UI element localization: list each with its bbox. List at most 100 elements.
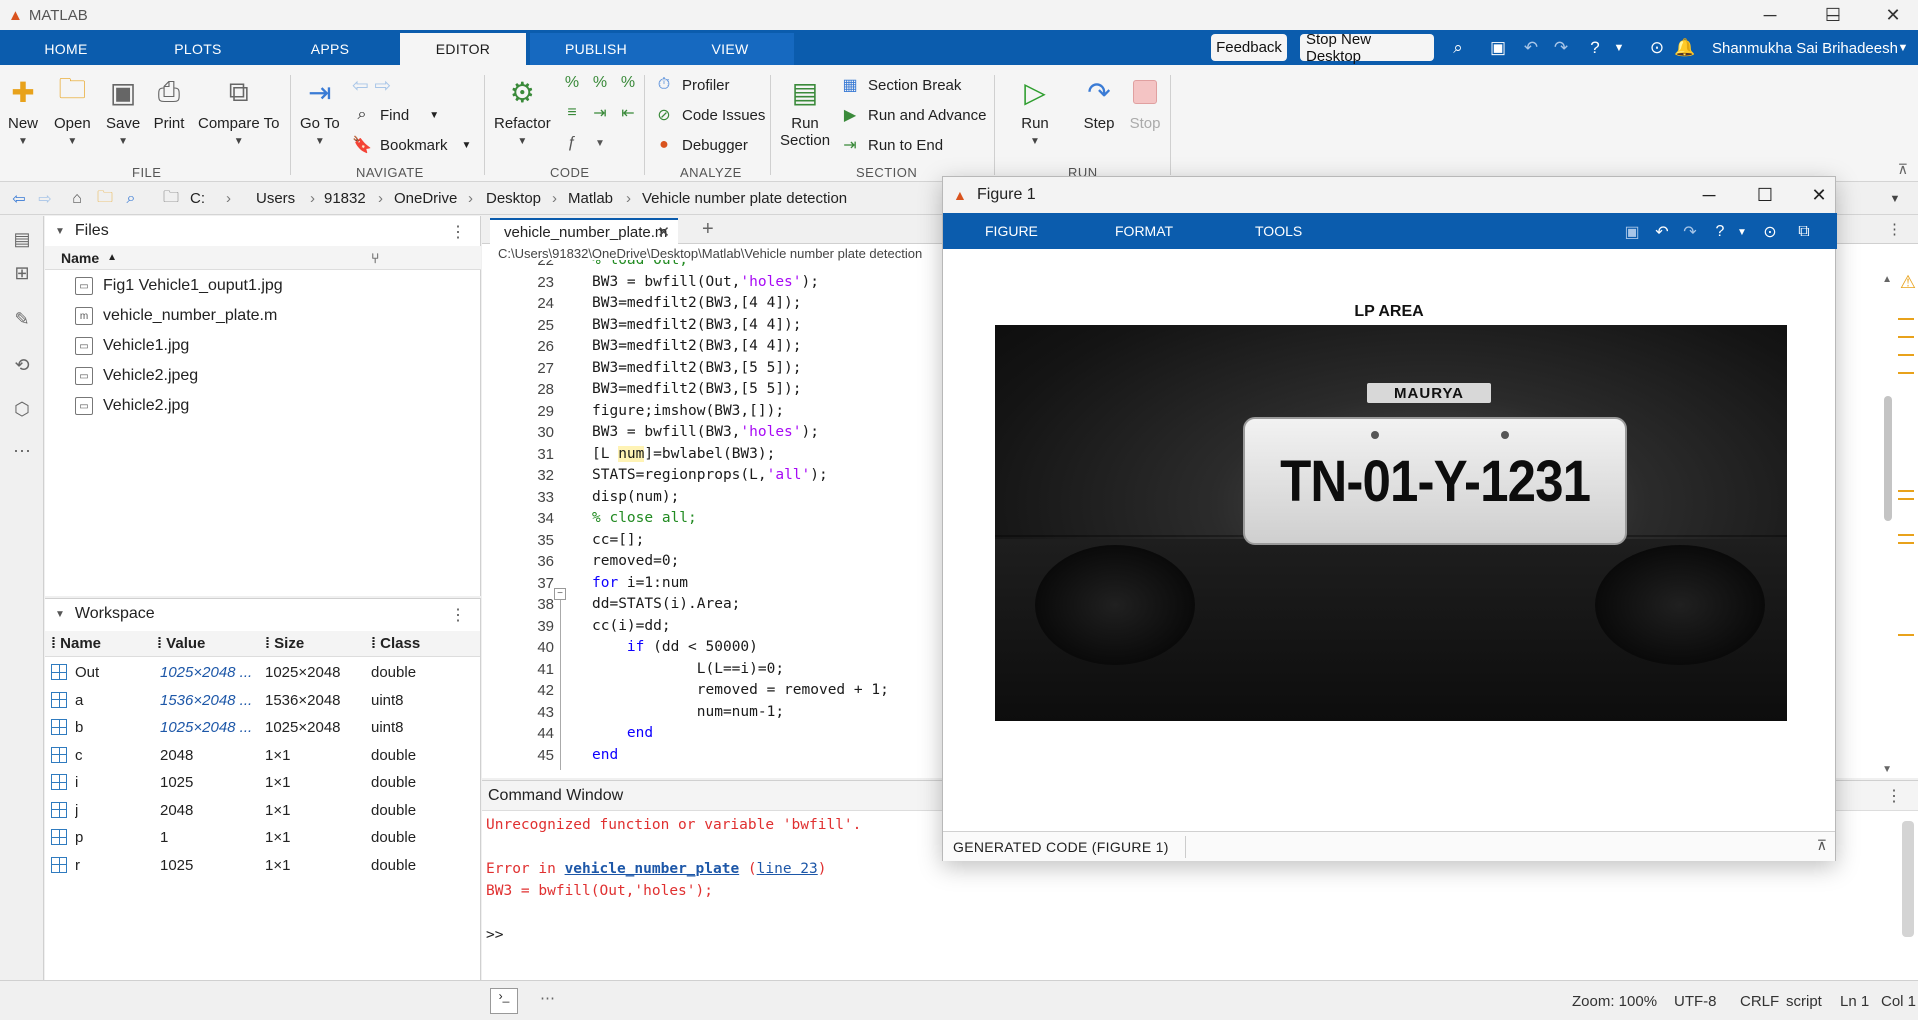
- editor-icon[interactable]: ✎: [9, 306, 35, 332]
- figure-tab-tools[interactable]: TOOLS: [1255, 213, 1302, 249]
- table-row[interactable]: Out 1025×2048 ... 1025×2048 double: [45, 659, 480, 686]
- more-icon[interactable]: ⋯: [9, 438, 35, 464]
- code-area[interactable]: 22 % load Out; 23 BW3 = bwfill(Out,'holes')…: [482, 260, 982, 772]
- workspace-header[interactable]: ▼ Workspace: [45, 599, 480, 629]
- status-type[interactable]: script: [1786, 993, 1822, 1010]
- redo-icon[interactable]: ↷: [1548, 35, 1574, 61]
- code-line[interactable]: 43 num=num-1;: [482, 704, 942, 726]
- run-button[interactable]: ▷ Run ▼: [1018, 75, 1052, 148]
- tab-plots[interactable]: PLOTS: [158, 33, 238, 65]
- code-line[interactable]: 22 % load Out;: [482, 260, 942, 274]
- run-section-button[interactable]: ▤ Run Section: [780, 75, 830, 150]
- save-icon[interactable]: ▣: [1485, 35, 1511, 61]
- code-line[interactable]: 41 L(L==i)=0;: [482, 661, 942, 683]
- search-folder-icon[interactable]: ⌕: [120, 188, 142, 210]
- figure-help-dropdown-icon[interactable]: ▼: [1731, 221, 1753, 243]
- breadcrumb-91832[interactable]: 91832: [324, 190, 366, 207]
- error-line-link[interactable]: line 23: [757, 861, 818, 877]
- compare-button[interactable]: ⧉ Compare To ▼: [198, 75, 279, 148]
- editor-tab[interactable]: vehicle_number_plate.m ✕: [490, 218, 678, 244]
- bell-icon[interactable]: 🔔: [1672, 35, 1698, 61]
- license-plate-image[interactable]: MAURYA TN-01-Y-1231: [995, 325, 1787, 721]
- command-scrollbar[interactable]: [1902, 821, 1914, 937]
- code-line[interactable]: 33 disp(num);: [482, 489, 942, 511]
- figure-dock-icon[interactable]: ⧉: [1793, 221, 1815, 243]
- feedback-button[interactable]: Feedback: [1211, 34, 1287, 61]
- line-number[interactable]: 26: [482, 338, 554, 355]
- code-issues-button[interactable]: ⊘ Code Issues: [654, 105, 765, 125]
- run-and-advance-button[interactable]: ▶ Run and Advance: [840, 105, 987, 125]
- breadcrumb-vehicle[interactable]: Vehicle number plate detection: [642, 190, 847, 207]
- figure-maximize-icon[interactable]: ☐: [1745, 181, 1785, 209]
- status-col[interactable]: Col 1: [1881, 993, 1916, 1010]
- tab-apps[interactable]: APPS: [294, 33, 366, 65]
- step-button[interactable]: ↷ Step: [1082, 75, 1116, 133]
- file-item[interactable]: m vehicle_number_plate.m: [75, 302, 277, 330]
- tab-home[interactable]: HOME: [30, 33, 102, 65]
- breadcrumb-onedrive[interactable]: OneDrive: [394, 190, 457, 207]
- status-line[interactable]: Ln 1: [1840, 993, 1869, 1010]
- code-line[interactable]: 36 removed=0;: [482, 553, 942, 575]
- column-name[interactable]: ⁞ Name: [51, 635, 101, 652]
- addons-icon[interactable]: ⬡: [9, 396, 35, 422]
- generated-code-bar[interactable]: GENERATED CODE (FIGURE 1) ⊼: [943, 831, 1835, 861]
- figure-help-icon[interactable]: ?: [1709, 221, 1731, 243]
- line-number[interactable]: 27: [482, 360, 554, 377]
- stop-button[interactable]: Stop: [1128, 75, 1162, 132]
- line-number[interactable]: 43: [482, 704, 554, 721]
- line-number[interactable]: 41: [482, 661, 554, 678]
- code-line[interactable]: 38 dd=STATS(i).Area;: [482, 596, 942, 618]
- line-number[interactable]: 34: [482, 510, 554, 527]
- breadcrumb-matlab[interactable]: Matlab: [568, 190, 613, 207]
- code-line[interactable]: 26 BW3=medfilt2(BW3,[4 4]);: [482, 338, 942, 360]
- error-file-link[interactable]: vehicle_number_plate: [565, 861, 740, 877]
- line-number[interactable]: 25: [482, 317, 554, 334]
- maximize-window-icon[interactable]: ☐: [1808, 0, 1858, 30]
- comment-icon[interactable]: %: [590, 73, 610, 93]
- line-number[interactable]: 33: [482, 489, 554, 506]
- section-break-button[interactable]: ▦ Section Break: [840, 75, 961, 95]
- status-encoding[interactable]: UTF-8: [1674, 993, 1717, 1010]
- stop-new-desktop-button[interactable]: Stop New Desktop: [1300, 31, 1434, 65]
- file-item[interactable]: ▭ Fig1 Vehicle1_ouput1.jpg: [75, 272, 283, 300]
- tab-publish-label[interactable]: PUBLISH: [556, 33, 636, 65]
- tab-view-label[interactable]: VIEW: [696, 33, 764, 65]
- uncomment-icon[interactable]: %: [618, 73, 638, 93]
- table-row[interactable]: i 1025 1×1 double: [45, 769, 480, 796]
- breadcrumb-c[interactable]: C:: [190, 190, 205, 207]
- line-number[interactable]: 31: [482, 446, 554, 463]
- back-forward-arrows-icon[interactable]: ⇦ ⇨: [352, 73, 391, 98]
- breadcrumb-users[interactable]: Users: [256, 190, 295, 207]
- figure-minimize-icon[interactable]: ─: [1689, 181, 1729, 209]
- scroll-up-icon[interactable]: ▲: [1882, 274, 1892, 285]
- scroll-down-icon[interactable]: ▼: [1882, 764, 1892, 775]
- line-number[interactable]: 45: [482, 747, 554, 764]
- path-dropdown-icon[interactable]: ▼: [1884, 188, 1906, 210]
- refactor-button[interactable]: ⚙ Refactor ▼: [494, 75, 551, 148]
- files-icon[interactable]: ▤: [9, 226, 35, 252]
- code-line[interactable]: 35 cc=[];: [482, 532, 942, 554]
- figure-close-icon[interactable]: ✕: [1799, 181, 1839, 209]
- line-number[interactable]: 29: [482, 403, 554, 420]
- code-line[interactable]: 31 [L num]=bwlabel(BW3);: [482, 445, 942, 468]
- chevron-down-icon[interactable]: ▼: [590, 133, 610, 153]
- print-button[interactable]: ⎙ Print: [152, 75, 186, 133]
- up-folder-icon[interactable]: ⌂: [66, 188, 88, 210]
- files-header[interactable]: ▼ Files: [45, 216, 480, 246]
- bookmark-button[interactable]: 🔖 Bookmark ▼: [352, 135, 471, 155]
- history-icon[interactable]: ⟲: [9, 352, 35, 378]
- file-item[interactable]: ▭ Vehicle1.jpg: [75, 332, 189, 360]
- code-line[interactable]: 32 STATS=regionprops(L,'all');: [482, 467, 942, 489]
- figure-tab-figure[interactable]: FIGURE: [985, 213, 1038, 249]
- browse-folder-icon[interactable]: 🗀: [94, 188, 116, 210]
- collapse-icon[interactable]: ▼: [55, 226, 65, 237]
- close-window-icon[interactable]: ✕: [1868, 0, 1918, 30]
- code-line[interactable]: 24 BW3=medfilt2(BW3,[4 4]);: [482, 295, 942, 317]
- line-number[interactable]: 42: [482, 682, 554, 699]
- code-line[interactable]: 37 for i=1:num: [482, 575, 942, 597]
- code-line[interactable]: 25 BW3=medfilt2(BW3,[4 4]);: [482, 317, 942, 339]
- command-window-kebab-icon[interactable]: ⋮: [1886, 786, 1902, 806]
- code-line[interactable]: 39 cc(i)=dd;: [482, 618, 942, 640]
- code-line[interactable]: 28 BW3=medfilt2(BW3,[5 5]);: [482, 381, 942, 403]
- figure-save-icon[interactable]: ▣: [1621, 221, 1643, 243]
